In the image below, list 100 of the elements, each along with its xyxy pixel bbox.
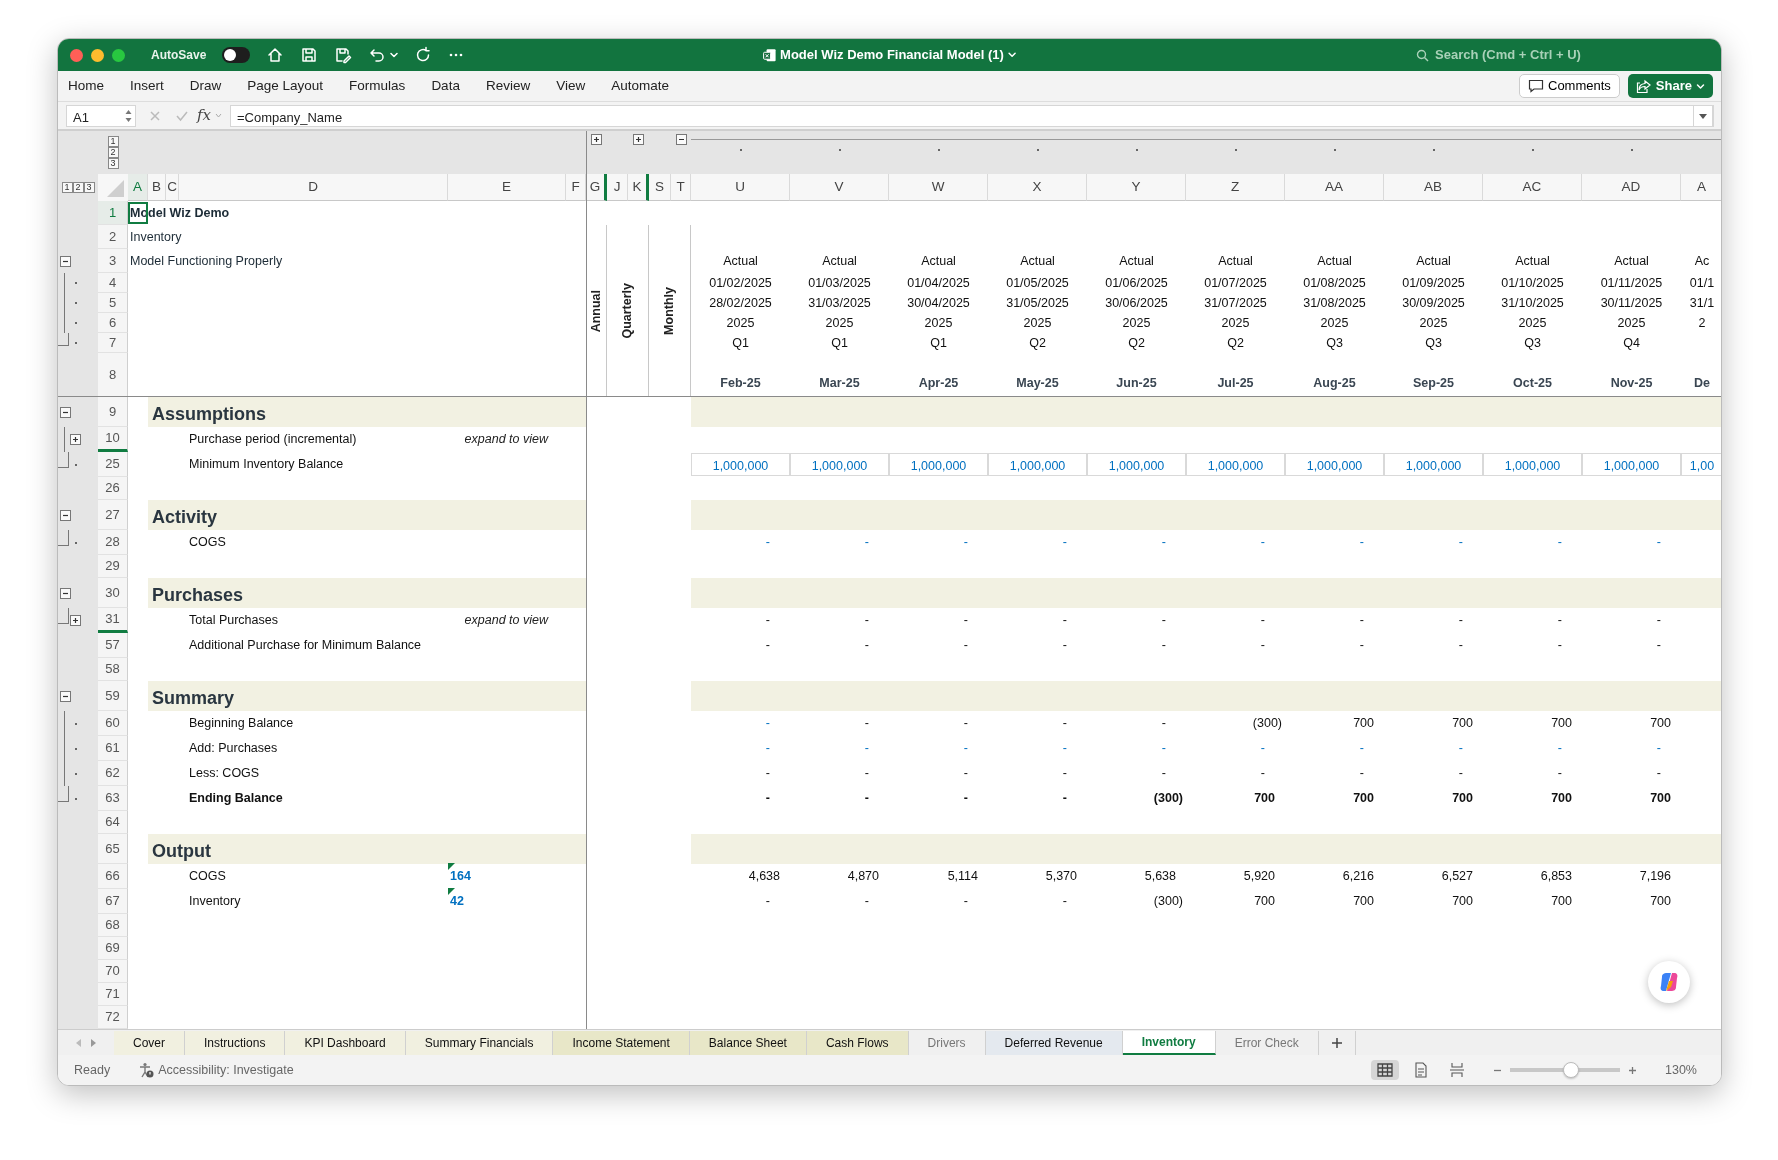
column-header[interactable]: AC <box>1483 174 1582 201</box>
row-header[interactable]: 65 <box>98 834 128 864</box>
row-header[interactable]: 62 <box>98 761 128 786</box>
zoom-button[interactable] <box>112 48 125 62</box>
name-box[interactable]: A1 <box>66 104 136 127</box>
share-button[interactable]: Share <box>1627 74 1713 98</box>
outline-level-button[interactable]: 3 <box>107 158 119 169</box>
column-header[interactable]: J <box>607 174 628 201</box>
outline-level-button[interactable]: 1 <box>107 136 119 147</box>
column-header[interactable]: F <box>566 174 586 201</box>
menu-tab[interactable]: Draw <box>189 75 222 97</box>
autosave-toggle[interactable] <box>222 47 251 63</box>
column-header[interactable]: T <box>671 174 691 201</box>
row-header[interactable]: 61 <box>98 736 128 761</box>
comments-button[interactable]: Comments <box>1519 74 1620 98</box>
column-header[interactable]: S <box>649 174 671 201</box>
collapse-icon[interactable] <box>60 509 71 521</box>
row-header[interactable]: 64 <box>98 811 128 834</box>
row-header[interactable]: 58 <box>98 658 128 681</box>
column-header[interactable]: G <box>586 174 607 201</box>
sheet-tab[interactable]: Income Statement <box>553 1031 690 1055</box>
home-icon[interactable] <box>266 46 285 64</box>
input-cell[interactable]: 1,000,000 <box>1384 453 1483 476</box>
menu-tab[interactable]: Data <box>431 75 460 97</box>
column-header[interactable]: K <box>628 174 649 201</box>
column-header[interactable]: B <box>148 174 166 201</box>
save-edit-icon[interactable] <box>334 46 353 64</box>
chevron-down-icon[interactable] <box>1007 50 1017 60</box>
sheet-tab[interactable]: Inventory <box>1122 1031 1216 1055</box>
caret-icon[interactable] <box>390 51 399 59</box>
sheet-tab[interactable]: Instructions <box>185 1031 286 1055</box>
input-cell[interactable]: 1,000,000 <box>691 453 790 476</box>
input-cell[interactable]: 1,000,000 <box>1186 453 1285 476</box>
column-header[interactable]: V <box>790 174 889 201</box>
minimize-button[interactable] <box>91 48 104 62</box>
row-header[interactable]: 72 <box>98 1006 128 1029</box>
expand-icon[interactable] <box>70 615 81 626</box>
column-header[interactable]: Y <box>1087 174 1186 201</box>
column-header[interactable]: E <box>448 174 566 201</box>
column-header[interactable]: A <box>128 174 148 201</box>
undo-icon[interactable] <box>368 46 387 64</box>
column-header[interactable]: A <box>1681 174 1721 201</box>
collapse-icon[interactable] <box>675 134 687 145</box>
input-cell[interactable]: 1,000,000 <box>1087 453 1186 476</box>
row-header[interactable]: 1 <box>98 201 128 225</box>
dropdown-icon[interactable] <box>1693 104 1713 127</box>
input-cell[interactable]: 1,000,000 <box>1582 453 1681 476</box>
row-header[interactable]: 57 <box>98 633 128 658</box>
row-header[interactable]: 3 <box>98 249 128 273</box>
row-header[interactable]: 70 <box>98 960 128 983</box>
row-header[interactable]: 31 <box>98 608 128 633</box>
column-header[interactable]: AB <box>1384 174 1483 201</box>
menu-tab[interactable]: Insert <box>130 75 164 97</box>
input-cell[interactable]: 1,000,000 <box>988 453 1087 476</box>
row-header[interactable]: 10 <box>98 427 128 452</box>
column-header[interactable]: Z <box>1186 174 1285 201</box>
zoom-in-icon[interactable] <box>1628 1065 1637 1075</box>
sheet-tab[interactable]: Cover <box>114 1031 185 1055</box>
menu-tab[interactable]: Review <box>485 75 531 97</box>
row-header[interactable]: 69 <box>98 937 128 960</box>
redo-icon[interactable] <box>414 46 433 64</box>
insert-function-button[interactable]: fx <box>197 104 211 127</box>
row-header[interactable]: 5 <box>98 293 128 313</box>
column-header[interactable]: U <box>691 174 790 201</box>
outline-level-button[interactable]: 2 <box>107 147 119 158</box>
menu-tab[interactable]: Automate <box>611 75 669 97</box>
row-header[interactable]: 71 <box>98 983 128 1006</box>
input-cell[interactable]: 1,000,000 <box>1285 453 1384 476</box>
collapse-icon[interactable] <box>60 255 71 267</box>
row-header[interactable]: 6 <box>98 313 128 333</box>
row-header[interactable]: 26 <box>98 477 128 500</box>
zoom-level[interactable]: 130% <box>1665 1060 1697 1080</box>
sheet-tab[interactable]: KPI Dashboard <box>285 1031 406 1055</box>
input-cell[interactable]: 1,000,000 <box>889 453 988 476</box>
menu-tab[interactable]: View <box>556 75 586 97</box>
row-header[interactable]: 8 <box>98 353 128 397</box>
sheet-tab[interactable]: Deferred Revenue <box>985 1031 1123 1055</box>
menu-tab[interactable]: Home <box>68 75 104 97</box>
row-header[interactable]: 2 <box>98 225 128 249</box>
row-header[interactable]: 29 <box>98 555 128 578</box>
row-header[interactable]: 63 <box>98 786 128 811</box>
sheet-tab[interactable]: Summary Financials <box>405 1031 554 1055</box>
accessibility-status[interactable]: Accessibility: Investigate <box>158 1060 294 1080</box>
column-header[interactable]: AA <box>1285 174 1384 201</box>
search-field[interactable]: Search (Cmd + Ctrl + U) <box>1433 44 1613 66</box>
formula-field[interactable]: =Company_Name <box>230 104 1714 127</box>
row-header[interactable]: 9 <box>98 397 128 427</box>
column-header[interactable]: C <box>166 174 179 201</box>
sheet-tab[interactable]: Balance Sheet <box>689 1031 807 1055</box>
expand-icon[interactable] <box>633 134 644 145</box>
sheet-tab[interactable]: Cash Flows <box>806 1031 909 1055</box>
spinner-icon[interactable] <box>124 107 133 124</box>
row-header[interactable]: 60 <box>98 711 128 736</box>
collapse-icon[interactable] <box>60 406 71 418</box>
input-cell[interactable]: 1,000,000 <box>790 453 889 476</box>
column-header[interactable]: W <box>889 174 988 201</box>
expand-icon[interactable] <box>70 434 81 445</box>
row-header[interactable]: 59 <box>98 681 128 711</box>
row-header[interactable]: 66 <box>98 864 128 889</box>
row-header[interactable]: 30 <box>98 578 128 608</box>
